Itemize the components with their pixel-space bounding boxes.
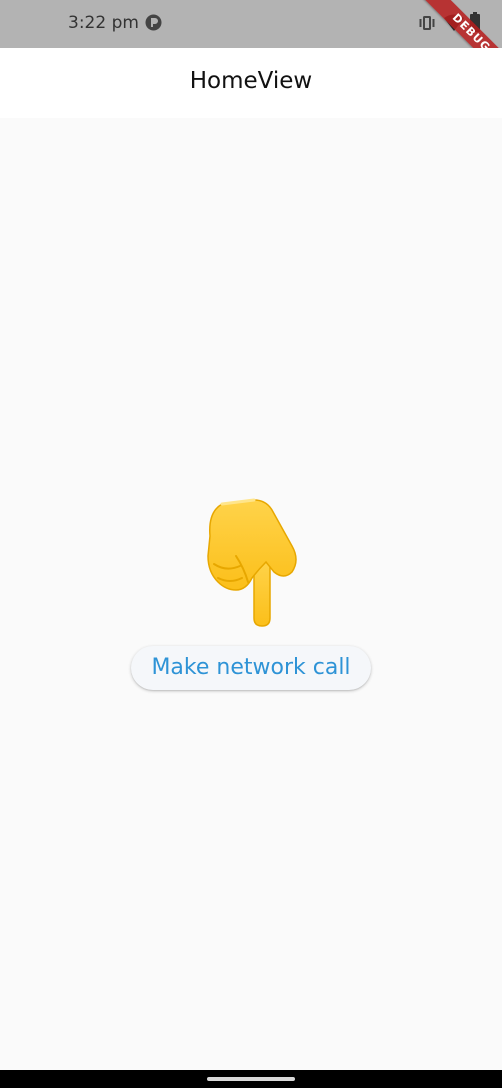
home-indicator[interactable] [207,1077,295,1081]
system-navigation-bar [0,1070,502,1088]
main-content: Make network call [0,118,502,1070]
app-notification-icon [145,14,162,31]
app-bar: HomeView [0,48,502,118]
status-bar: 3:22 pm DEBUG [0,0,502,48]
make-network-call-button[interactable]: Make network call [131,646,371,690]
pointing-down-hand-icon [207,498,297,627]
page-title: HomeView [189,68,313,94]
status-time: 3:22 pm [68,13,139,33]
vibrate-icon [419,16,435,30]
